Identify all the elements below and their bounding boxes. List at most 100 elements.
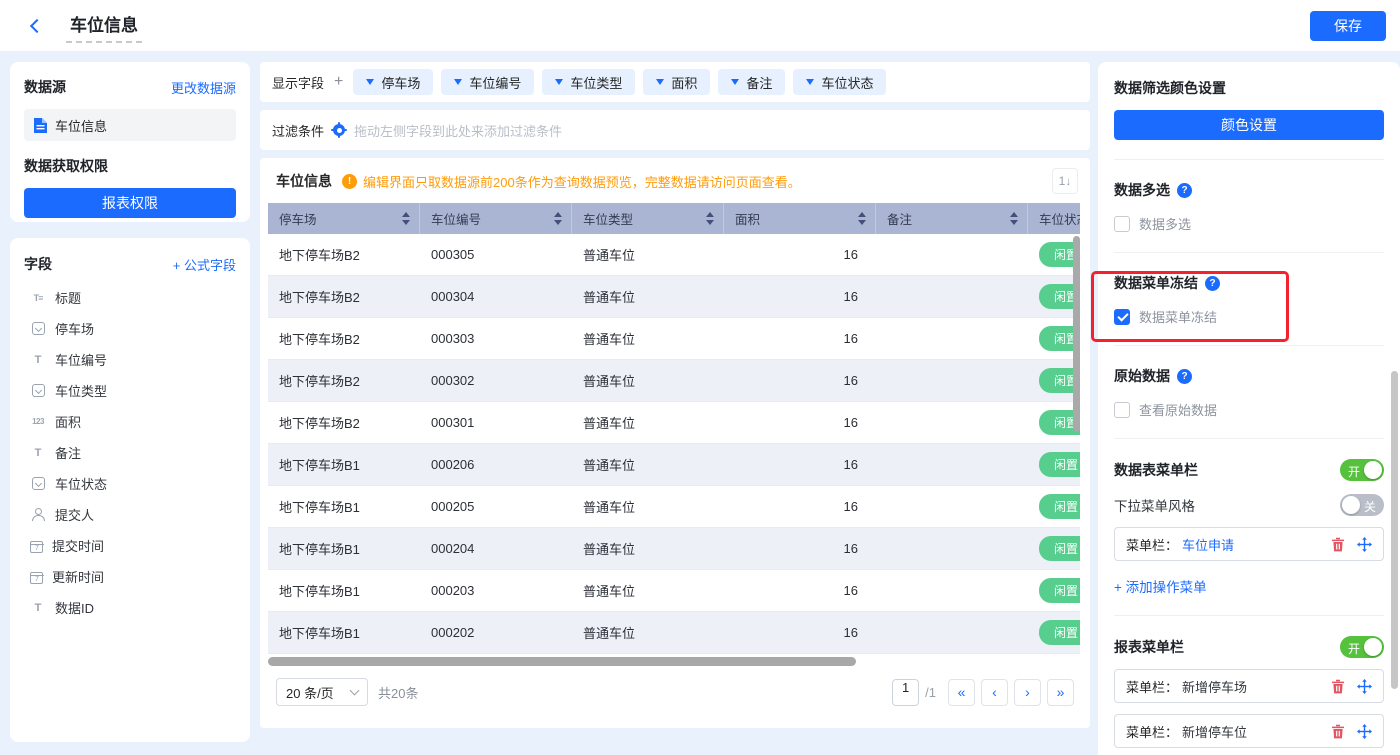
table-row[interactable]: 地下停车场B1000204普通车位16闲置: [268, 528, 1080, 570]
field-item[interactable]: 车位状态: [24, 468, 236, 499]
sort-arrows-icon[interactable]: [402, 212, 410, 225]
raw-data-checkbox-row[interactable]: 查看原始数据: [1114, 400, 1384, 419]
menu-item-row[interactable]: 菜单栏： 新增停车场: [1114, 669, 1384, 703]
table-row[interactable]: 地下停车场B2000303普通车位16闲置: [268, 318, 1080, 360]
page-size-select[interactable]: 20 条/页: [276, 678, 368, 706]
datasource-item[interactable]: 车位信息: [24, 109, 236, 141]
checkbox-checked[interactable]: [1114, 309, 1130, 325]
preview-notice: ! 编辑界面只取数据源前200条作为查询数据预览，完整数据请访问页面查看。: [342, 172, 801, 191]
field-chip[interactable]: 停车场: [353, 69, 433, 95]
checkbox-unchecked[interactable]: [1114, 216, 1130, 232]
trash-icon[interactable]: [1331, 537, 1345, 552]
move-icon[interactable]: [1357, 724, 1372, 739]
multi-select-heading: 数据多选: [1114, 180, 1170, 200]
report-permission-button[interactable]: 报表权限: [24, 188, 236, 218]
field-chip[interactable]: 车位状态: [793, 69, 886, 95]
add-display-field-button[interactable]: +: [332, 73, 345, 91]
table-row[interactable]: 地下停车场B1000206普通车位16闲置: [268, 444, 1080, 486]
prev-page-button[interactable]: ‹: [981, 679, 1008, 706]
field-item[interactable]: 标题: [24, 282, 236, 313]
field-chip[interactable]: 车位编号: [441, 69, 534, 95]
formula-field-link[interactable]: + 公式字段: [173, 255, 236, 274]
trash-icon[interactable]: [1331, 679, 1345, 694]
select-icon: [32, 477, 45, 490]
pagination: 20 条/页 共20条 1 /1 « ‹ › »: [260, 666, 1090, 718]
toggle-knob: [1342, 496, 1360, 514]
help-icon[interactable]: ?: [1205, 276, 1220, 291]
column-header[interactable]: 车位编号: [420, 203, 572, 234]
table-row[interactable]: 地下停车场B1000202普通车位16闲置: [268, 612, 1080, 654]
change-datasource-link[interactable]: 更改数据源: [171, 78, 236, 97]
table-horizontal-scrollbar[interactable]: [268, 657, 1082, 666]
color-settings-button[interactable]: 颜色设置: [1114, 110, 1384, 140]
checkbox-unchecked[interactable]: [1114, 402, 1130, 418]
divider: [1114, 345, 1384, 346]
back-button[interactable]: [24, 13, 50, 39]
field-item[interactable]: 车位编号: [24, 344, 236, 375]
menu-item-row[interactable]: 菜单栏： 车位申请: [1114, 527, 1384, 561]
help-icon[interactable]: ?: [1177, 183, 1192, 198]
table-row[interactable]: 地下停车场B2000301普通车位16闲置: [268, 402, 1080, 444]
scrollbar-thumb[interactable]: [268, 657, 856, 666]
multi-select-checkbox-row[interactable]: 数据多选: [1114, 214, 1384, 233]
menu-item-row[interactable]: 菜单栏： 新增停车位: [1114, 714, 1384, 748]
filter-bar[interactable]: 过滤条件 拖动左侧字段到此处来添加过滤条件: [260, 110, 1090, 150]
table-row[interactable]: 地下停车场B1000203普通车位16闲置: [268, 570, 1080, 612]
topbar: 车位信息 保存: [0, 0, 1400, 52]
text-icon: [30, 352, 46, 368]
save-button[interactable]: 保存: [1310, 11, 1386, 41]
sort-arrows-icon[interactable]: [706, 212, 714, 225]
table-menu-toggle[interactable]: 开: [1340, 459, 1384, 481]
chevron-down-icon: [350, 686, 360, 696]
menu-item-value[interactable]: 车位申请: [1182, 535, 1234, 554]
field-item[interactable]: 数据ID: [24, 592, 236, 623]
sort-arrows-icon[interactable]: [858, 212, 866, 225]
toggle-knob: [1364, 638, 1382, 656]
column-header[interactable]: 停车场: [268, 203, 420, 234]
field-chip[interactable]: 备注: [718, 69, 785, 95]
field-item[interactable]: 车位类型: [24, 375, 236, 406]
column-header[interactable]: 面积: [724, 203, 876, 234]
field-item[interactable]: 提交人: [24, 499, 236, 530]
sort-arrows-icon[interactable]: [554, 212, 562, 225]
column-header[interactable]: 备注: [876, 203, 1028, 234]
column-header[interactable]: 车位类型: [572, 203, 724, 234]
field-chip[interactable]: 面积: [643, 69, 710, 95]
table-vertical-scrollbar[interactable]: [1073, 236, 1080, 432]
divider: [1114, 252, 1384, 253]
trash-icon[interactable]: [1331, 724, 1345, 739]
first-page-button[interactable]: «: [948, 679, 975, 706]
help-icon[interactable]: ?: [1177, 369, 1192, 384]
sort-arrows-icon[interactable]: [1010, 212, 1018, 225]
dropdown-style-toggle[interactable]: 关: [1340, 494, 1384, 516]
page-scrollbar-thumb[interactable]: [1391, 371, 1398, 689]
title-icon: [30, 290, 46, 306]
field-item[interactable]: 备注: [24, 437, 236, 468]
table-row[interactable]: 地下停车场B1000205普通车位16闲置: [268, 486, 1080, 528]
page-number-input[interactable]: 1: [892, 679, 919, 706]
field-item[interactable]: 提交时间: [24, 530, 236, 561]
table-row[interactable]: 地下停车场B2000305普通车位16闲置: [268, 234, 1080, 276]
field-item[interactable]: 停车场: [24, 313, 236, 344]
table-row[interactable]: 地下停车场B2000304普通车位16闲置: [268, 276, 1080, 318]
color-settings-heading: 数据筛选颜色设置: [1114, 78, 1384, 98]
sort-order-button[interactable]: 1↓: [1052, 168, 1078, 194]
settings-panel: 数据筛选颜色设置 颜色设置 数据多选? 数据多选 数据菜单冻结? 数据菜单冻结 …: [1098, 62, 1400, 755]
text-icon: [30, 600, 46, 616]
field-chip[interactable]: 车位类型: [542, 69, 635, 95]
report-menu-toggle[interactable]: 开: [1340, 636, 1384, 658]
back-chevron-icon: [30, 18, 44, 32]
gear-icon[interactable]: [332, 123, 346, 137]
next-page-button[interactable]: ›: [1014, 679, 1041, 706]
page-total: /1: [925, 685, 936, 700]
column-header[interactable]: 车位状态: [1028, 203, 1080, 234]
add-action-menu-link[interactable]: + 添加操作菜单: [1114, 576, 1384, 596]
field-item[interactable]: 更新时间: [24, 561, 236, 592]
filter-placeholder: 拖动左侧字段到此处来添加过滤条件: [354, 121, 562, 140]
menu-freeze-checkbox-row[interactable]: 数据菜单冻结: [1114, 307, 1384, 326]
move-icon[interactable]: [1357, 679, 1372, 694]
last-page-button[interactable]: »: [1047, 679, 1074, 706]
field-item[interactable]: 面积: [24, 406, 236, 437]
move-icon[interactable]: [1357, 537, 1372, 552]
table-row[interactable]: 地下停车场B2000302普通车位16闲置: [268, 360, 1080, 402]
